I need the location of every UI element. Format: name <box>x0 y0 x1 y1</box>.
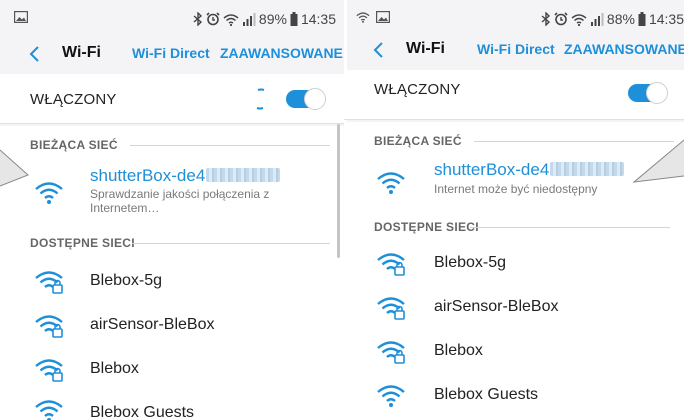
network-row[interactable]: Blebox Guests <box>0 394 344 420</box>
right-screen: 88% 14:35 Wi-Fi Wi-Fi Direct ZAAWANSOWAN… <box>344 0 684 420</box>
left-screen: 89% 14:35 Wi-Fi Wi-Fi Direct ZAAWANSOWAN… <box>0 0 344 420</box>
bluetooth-icon <box>193 12 202 26</box>
wifi-locked-icon <box>377 253 405 276</box>
wifi-toggle-row[interactable]: WŁĄCZONY <box>344 70 684 120</box>
current-network-row[interactable]: shutterBox-de4 Internet może być niedost… <box>344 160 684 204</box>
wifi-toggle-label: WŁĄCZONY <box>30 91 117 108</box>
wifi-icon <box>377 172 405 194</box>
current-network-header: BIEŻĄCA SIEĆ <box>30 138 330 152</box>
connecting-spinner-icon <box>256 88 265 110</box>
alarm-icon <box>206 12 220 26</box>
wifi-switch[interactable] <box>628 82 668 104</box>
network-row[interactable]: airSensor-BleBox <box>344 290 684 326</box>
network-row[interactable]: Blebox <box>0 352 344 388</box>
wifi-direct-button[interactable]: Wi-Fi Direct <box>132 45 210 61</box>
wifi-locked-icon <box>35 315 63 338</box>
network-name: Blebox Guests <box>434 386 539 403</box>
clock: 14:35 <box>300 11 336 27</box>
network-name: Blebox-5g <box>90 272 163 289</box>
battery-percent: 89% <box>258 11 287 27</box>
image-icon <box>376 11 390 23</box>
wifi-status-icon <box>356 12 370 23</box>
wifi-icon <box>377 385 405 407</box>
wifi-status-icon <box>223 13 239 26</box>
current-network-header: BIEŻĄCA SIEĆ <box>374 134 674 148</box>
page-title: Wi-Fi <box>406 40 445 57</box>
clock: 14:35 <box>648 11 684 27</box>
wifi-locked-icon <box>377 297 405 320</box>
current-network-status: Sprawdzanie jakości połączenia z Interne… <box>90 187 270 215</box>
network-name: Blebox-5g <box>434 254 507 271</box>
battery-icon <box>290 12 298 26</box>
network-name: Blebox <box>90 360 139 377</box>
current-network-row[interactable]: shutterBox-de4 Sprawdzanie jakości połąc… <box>0 166 344 224</box>
network-row[interactable]: Blebox-5g <box>344 246 684 282</box>
network-name: Blebox Guests <box>90 404 195 420</box>
status-bar: 88% 14:35 <box>344 0 684 38</box>
signal-icon <box>242 12 256 26</box>
battery-percent: 88% <box>606 11 635 27</box>
signal-icon <box>590 12 604 26</box>
available-networks-header: DOSTĘPNE SIECI <box>374 220 670 234</box>
wifi-toggle-row[interactable]: WŁĄCZONY <box>0 74 344 124</box>
network-list: BIEŻĄCA SIEĆ shutterBox-de4 Sprawdzanie … <box>0 126 344 420</box>
current-network-status: Internet może być niedostępny <box>434 182 598 196</box>
wifi-locked-icon <box>35 359 63 382</box>
scrollbar[interactable] <box>337 124 340 258</box>
network-row[interactable]: Blebox Guests <box>344 378 684 414</box>
image-icon <box>14 11 28 23</box>
advanced-button[interactable]: ZAAWANSOWANE <box>564 41 684 57</box>
bluetooth-icon <box>541 12 550 26</box>
wifi-direct-button[interactable]: Wi-Fi Direct <box>477 41 555 57</box>
network-name: airSensor-BleBox <box>434 298 559 315</box>
wifi-locked-icon <box>377 341 405 364</box>
current-network-name: shutterBox-de4 <box>90 166 281 186</box>
battery-icon <box>638 12 646 26</box>
wifi-icon <box>35 400 63 420</box>
wifi-status-icon <box>571 13 587 26</box>
network-row[interactable]: Blebox <box>344 334 684 370</box>
available-networks-header: DOSTĘPNE SIECI <box>30 236 330 250</box>
network-row[interactable]: airSensor-BleBox <box>0 308 344 344</box>
current-network-name: shutterBox-de4 <box>434 160 625 180</box>
network-name: airSensor-BleBox <box>90 316 215 333</box>
app-bar: Wi-Fi Wi-Fi Direct ZAAWANSOWANE <box>0 38 344 70</box>
status-bar: 89% 14:35 <box>0 0 344 38</box>
network-name: Blebox <box>434 342 483 359</box>
network-row[interactable]: Blebox-5g <box>0 264 344 300</box>
wifi-locked-icon <box>35 271 63 294</box>
advanced-button[interactable]: ZAAWANSOWANE <box>220 45 343 61</box>
page-title: Wi-Fi <box>62 44 101 61</box>
back-arrow-icon[interactable] <box>28 46 40 62</box>
wifi-icon <box>35 182 63 204</box>
alarm-icon <box>554 12 568 26</box>
wifi-toggle-label: WŁĄCZONY <box>374 81 461 98</box>
wifi-switch[interactable] <box>286 88 326 110</box>
app-bar: Wi-Fi Wi-Fi Direct ZAAWANSOWANE <box>344 34 684 66</box>
back-arrow-icon[interactable] <box>372 42 384 58</box>
network-list: BIEŻĄCA SIEĆ shutterBox-de4 Internet moż… <box>344 122 684 420</box>
